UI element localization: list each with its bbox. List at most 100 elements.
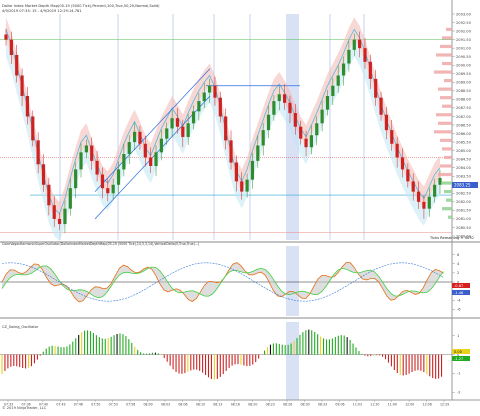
candle-body [309, 135, 314, 148]
price-tick-label: 2092.50 [456, 21, 472, 25]
time-tick-label: 11:20 [370, 403, 379, 407]
price-tick-label: 2081.00 [456, 217, 472, 221]
candle-body [111, 184, 115, 194]
candle-body [84, 145, 88, 153]
depth-bar [448, 215, 452, 219]
oscillator-tick-label: -1 [457, 372, 461, 376]
candle-body [20, 75, 24, 96]
time-tick-label: 12:29 [440, 403, 449, 407]
price-tick-label: 2092.00 [456, 29, 472, 33]
time-tick-label: 08:30 [300, 403, 309, 407]
momentum-value-blue: -1.46 [454, 291, 464, 295]
time-tick-label: 08:23 [266, 403, 275, 407]
candle-body [138, 131, 142, 144]
time-tick-label: 08:03 [161, 403, 170, 407]
chart-svg: 2093.00 2092.50 2092.00 2091.50 2091.00 2090.… [0, 0, 480, 410]
candle-body [57, 218, 62, 225]
candle-body [331, 85, 335, 96]
candle-body [224, 116, 228, 141]
candle-body [256, 145, 260, 161]
time-axis-ticks: 07:33 07:36 07:40 07:43 07:46 07:50 07:53 07:56… [4, 400, 449, 407]
candle-body [406, 169, 410, 182]
time-tick-label: 07:43 [56, 403, 65, 407]
depth-bar [440, 138, 452, 142]
oscillator-tick-label: -2 [457, 391, 461, 395]
candle-body [175, 118, 180, 127]
candle-body [368, 61, 372, 79]
candle-body [79, 152, 83, 170]
session-highlight-momentum [286, 246, 299, 316]
price-tick-label: 2084.50 [456, 157, 472, 161]
depth-bar [436, 53, 452, 57]
candle-body [416, 191, 421, 202]
depth-bar [438, 87, 452, 91]
candle-body [433, 184, 437, 197]
momentum-tick-label: 2 [457, 271, 459, 275]
candle-body [379, 97, 383, 115]
candle-body [395, 143, 399, 158]
depth-bar [444, 155, 452, 160]
depth-bar [438, 172, 452, 177]
candle-body [127, 142, 131, 155]
candle-body [154, 152, 158, 166]
price-tick-label: 2086.50 [456, 123, 472, 127]
candle-body [283, 94, 287, 103]
time-tick-label: 07:50 [91, 403, 100, 407]
candle-body [315, 123, 319, 136]
candle-body [352, 39, 356, 50]
momentum-tick-label: -4 [457, 299, 461, 303]
oscillator-tick-label: 1 [457, 334, 459, 338]
candle-body [277, 94, 281, 102]
momentum-tick-label: -6 [457, 308, 461, 312]
price-tick-label: 2089.50 [456, 72, 472, 76]
ticks-remaining-label: Ticks Remaining = 3070 [429, 236, 474, 240]
momentum-panel-bg[interactable] [0, 246, 452, 316]
depth-bar [444, 190, 452, 194]
candle-body [36, 140, 40, 165]
price-tick-label: 2093.00 [456, 12, 472, 16]
time-tick-label: 12:00 [405, 403, 414, 407]
depth-bar [442, 61, 452, 66]
candle-body [52, 205, 56, 219]
depth-bar [442, 207, 452, 211]
candle-body [229, 140, 233, 163]
time-tick-label: 08:13 [213, 403, 222, 407]
depth-bar [438, 121, 452, 125]
candle-body [9, 39, 13, 55]
time-tick-label: 11:03 [353, 403, 362, 407]
candle-body [68, 188, 72, 209]
copyright-footer: © 2019 NinjaTrader, LLC [2, 406, 47, 410]
depth-bar [446, 27, 452, 31]
depth-bar [436, 113, 452, 117]
time-tick-label: 08:16 [231, 403, 240, 407]
candle-body [31, 116, 35, 141]
candle-body [15, 54, 19, 76]
candle-body [341, 63, 346, 76]
price-tick-label: 2085.00 [456, 149, 472, 153]
time-tick-label: 08:26 [283, 403, 292, 407]
time-tick-label: 08:10 [196, 403, 205, 407]
candle-body [240, 181, 244, 192]
price-tick-label: 2082.50 [456, 192, 472, 196]
depth-bar [442, 181, 452, 185]
price-tick-label: 2085.50 [456, 140, 472, 144]
time-tick-label: 08:33 [318, 403, 327, 407]
time-tick-label: 11:40 [388, 403, 397, 407]
price-tick-label: 2091.00 [456, 46, 472, 50]
candle-body [288, 102, 292, 114]
price-tick-label: 2083.50 [456, 175, 472, 179]
price-tick-label: 2090.50 [456, 55, 472, 59]
candle-body [208, 85, 212, 93]
time-tick-label: 08:06 [178, 403, 187, 407]
candle-body [384, 114, 389, 131]
candle-body [47, 184, 51, 206]
oscillator-panel-label: CZ_Swing_Oscillator [2, 325, 39, 329]
candle-body [411, 181, 415, 192]
session-highlight-osc [286, 322, 299, 400]
candle-body [304, 138, 308, 148]
candle-body [427, 196, 431, 209]
depth-bar [442, 104, 452, 108]
candle-body [299, 126, 303, 139]
candle-body [272, 101, 276, 115]
depth-bar [442, 36, 452, 40]
